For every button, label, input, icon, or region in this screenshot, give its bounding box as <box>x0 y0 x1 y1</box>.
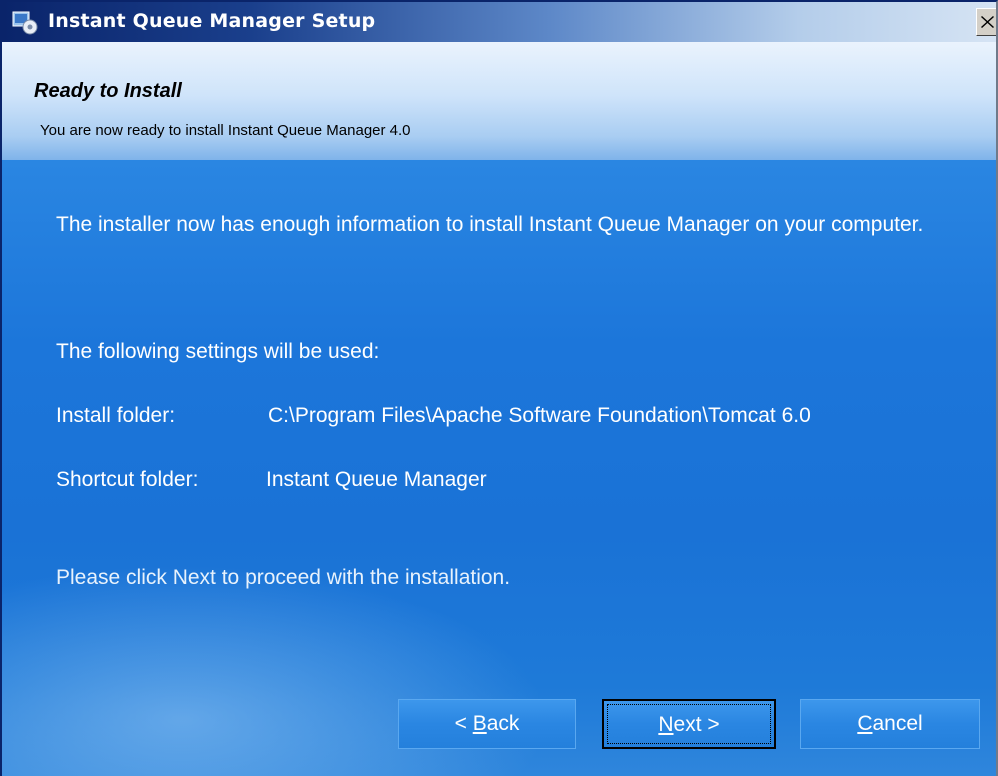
close-icon <box>981 16 994 28</box>
close-button[interactable] <box>976 8 996 36</box>
intro-text: The installer now has enough information… <box>56 213 924 236</box>
cancel-button[interactable]: Cancel <box>800 699 980 749</box>
settings-heading: The following settings will be used: <box>56 340 380 363</box>
cancel-button-label: Cancel <box>857 712 923 735</box>
shortcut-folder-label: Shortcut folder: <box>56 468 199 491</box>
install-folder-value: C:\Program Files\Apache Software Foundat… <box>268 404 811 427</box>
shortcut-folder-value: Instant Queue Manager <box>266 468 487 491</box>
next-button[interactable]: Next > <box>602 699 776 749</box>
install-folder-label: Install folder: <box>56 404 176 427</box>
page-title: Ready to Install <box>34 80 182 102</box>
page-subtitle: You are now ready to install Instant Que… <box>40 122 411 139</box>
setup-dialog: Instant Queue Manager Setup Ready to Ins… <box>0 0 998 776</box>
title-bar[interactable]: Instant Queue Manager Setup <box>2 2 996 42</box>
proceed-instruction: Please click Next to proceed with the in… <box>56 566 511 589</box>
back-button-label: < Back <box>454 712 520 735</box>
window-title: Instant Queue Manager Setup <box>48 10 376 32</box>
next-button-label: Next > <box>658 713 720 736</box>
installer-app-icon <box>12 9 38 35</box>
back-button[interactable]: < Back <box>398 699 576 749</box>
dialog-header: Ready to Install You are now ready to in… <box>2 42 996 160</box>
dialog-content: The installer now has enough information… <box>2 160 996 776</box>
